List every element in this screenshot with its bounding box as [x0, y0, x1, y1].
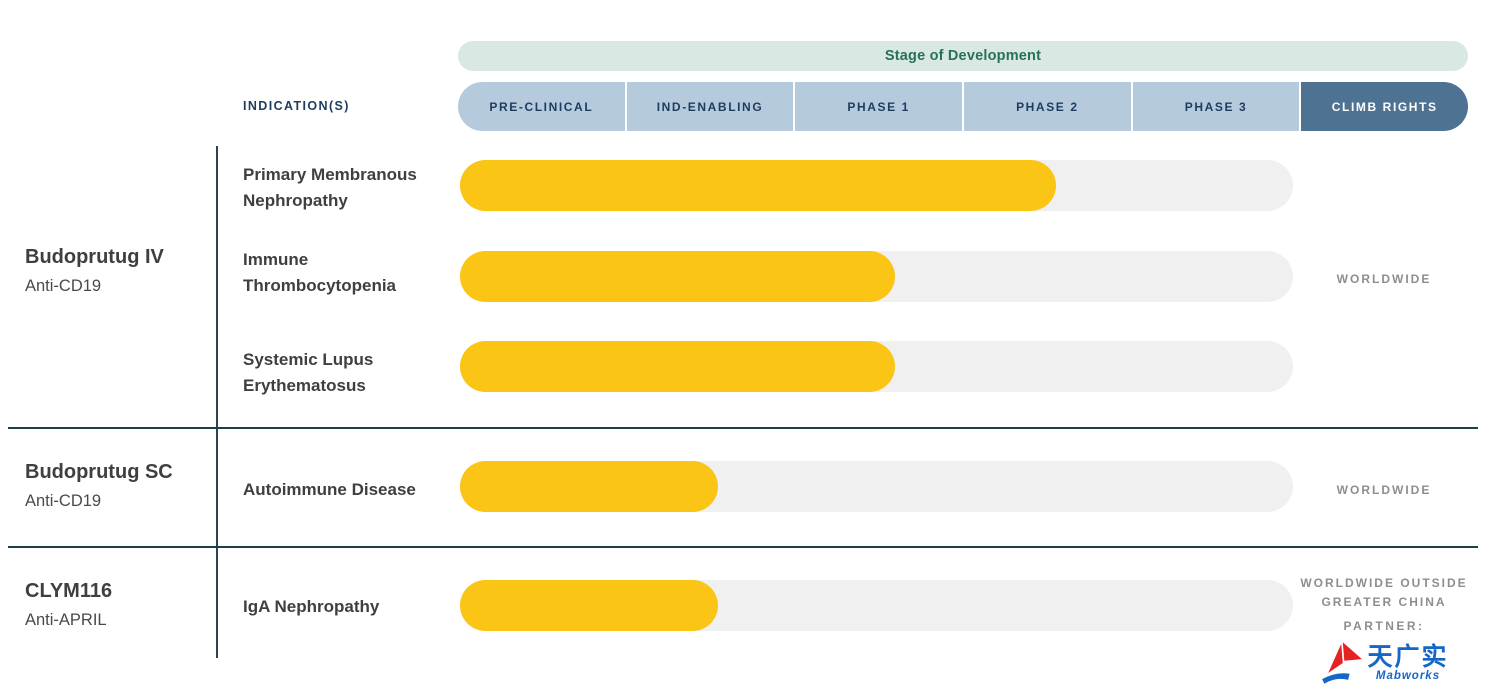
logo-cjk-text: 天广实: [1367, 644, 1448, 670]
rights-line: GREATER CHINA: [1299, 593, 1469, 612]
indication-iga-nephropathy: IgA Nephropathy: [243, 594, 455, 620]
rights-worldwide-outside-greater-china: WORLDWIDE OUTSIDE GREATER CHINA: [1299, 574, 1469, 612]
rights-line: WORLDWIDE OUTSIDE: [1299, 574, 1469, 593]
progress-fill: [460, 251, 895, 302]
indications-column-label: INDICATION(S): [243, 99, 350, 113]
stage-column-headers: PRE-CLINICAL IND-ENABLING PHASE 1 PHASE …: [458, 82, 1468, 131]
progress-bar-systemic-lupus-erythematosus: [460, 341, 1293, 392]
indication-line: Thrombocytopenia: [243, 273, 455, 299]
rights-worldwide-budoprutug-sc: WORLDWIDE: [1299, 481, 1469, 500]
logo-latin-text: Mabworks: [1376, 670, 1440, 682]
indication-line: Primary Membranous: [243, 162, 455, 188]
progress-fill: [460, 341, 895, 392]
column-ind-enabling: IND-ENABLING: [627, 82, 794, 131]
column-phase-1: PHASE 1: [795, 82, 962, 131]
indication-line: Autoimmune Disease: [243, 477, 455, 503]
row-divider-2: [8, 546, 1478, 548]
partner-label: PARTNER:: [1299, 619, 1469, 633]
progress-bar-immune-thrombocytopenia: [460, 251, 1293, 302]
indication-line: Nephropathy: [243, 188, 455, 214]
program-name-budoprutug-iv: Budoprutug IV: [25, 246, 164, 269]
indication-autoimmune-disease: Autoimmune Disease: [243, 477, 455, 503]
program-target-budoprutug-sc: Anti-CD19: [25, 492, 101, 511]
progress-fill: [460, 160, 1056, 211]
rights-worldwide-budoprutug-iv: WORLDWIDE: [1299, 270, 1469, 289]
stage-of-development-label: Stage of Development: [885, 48, 1041, 64]
program-target-budoprutug-iv: Anti-CD19: [25, 277, 101, 296]
row-divider-1: [8, 427, 1478, 429]
program-name-budoprutug-sc: Budoprutug SC: [25, 461, 173, 484]
progress-fill: [460, 580, 718, 631]
vertical-divider: [216, 146, 218, 658]
indication-line: Immune: [243, 247, 455, 273]
indication-systemic-lupus-erythematosus: Systemic Lupus Erythematosus: [243, 347, 455, 399]
column-climb-rights: CLIMB RIGHTS: [1301, 82, 1468, 131]
progress-bar-autoimmune-disease: [460, 461, 1293, 512]
indication-line: Systemic Lupus: [243, 347, 455, 373]
column-phase-2: PHASE 2: [964, 82, 1131, 131]
progress-bar-iga-nephropathy: [460, 580, 1293, 631]
column-pre-clinical: PRE-CLINICAL: [458, 82, 625, 131]
progress-bar-primary-membranous-nephropathy: [460, 160, 1293, 211]
mabworks-partner-logo: 天广实 Mabworks: [1299, 636, 1469, 690]
logo-text: 天广实 Mabworks: [1367, 644, 1448, 682]
column-phase-3: PHASE 3: [1133, 82, 1300, 131]
indication-line: IgA Nephropathy: [243, 594, 455, 620]
program-target-clym116: Anti-APRIL: [25, 611, 107, 630]
progress-fill: [460, 461, 718, 512]
sail-icon: [1319, 639, 1365, 687]
stage-of-development-band: Stage of Development: [458, 41, 1468, 71]
program-name-clym116: CLYM116: [25, 580, 112, 603]
indication-immune-thrombocytopenia: Immune Thrombocytopenia: [243, 247, 455, 299]
indication-primary-membranous-nephropathy: Primary Membranous Nephropathy: [243, 162, 455, 214]
indication-line: Erythematosus: [243, 373, 455, 399]
pipeline-chart: Stage of Development PRE-CLINICAL IND-EN…: [0, 0, 1486, 697]
